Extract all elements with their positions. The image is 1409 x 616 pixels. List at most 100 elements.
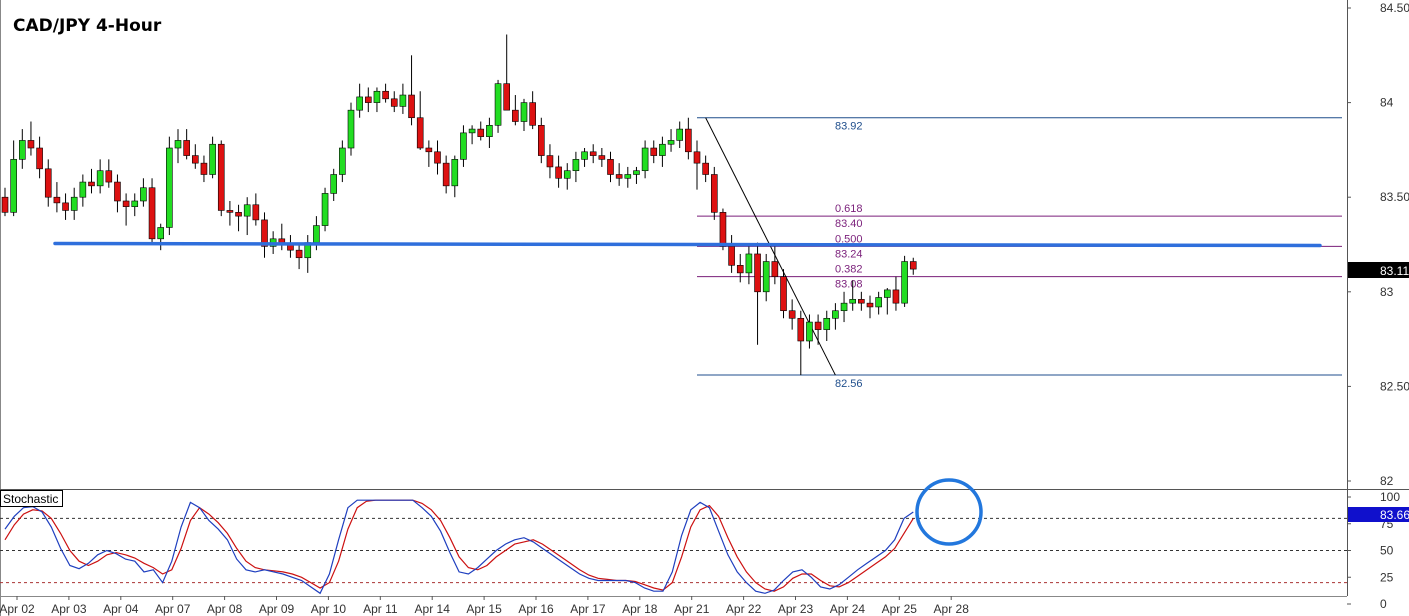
candle-body xyxy=(702,162,709,175)
candle-body xyxy=(667,140,675,145)
candle-body xyxy=(416,117,424,149)
candle-body xyxy=(192,155,199,164)
candle-body xyxy=(442,162,450,187)
candle-body xyxy=(858,299,865,304)
time-tick-label: Apr 21 xyxy=(674,602,710,616)
candle-body xyxy=(53,196,61,204)
candle-body xyxy=(875,297,882,308)
candle-body xyxy=(339,147,346,175)
candle-body xyxy=(719,212,727,247)
time-tick-label: Apr 22 xyxy=(726,602,762,616)
candle-body xyxy=(788,310,796,319)
candle-body xyxy=(736,265,744,274)
candle-body xyxy=(581,151,588,160)
candle-body xyxy=(572,159,580,172)
fib-price-label: 83.08 xyxy=(835,279,863,291)
candle-body xyxy=(866,302,874,308)
swing-price-label: 83.92 xyxy=(835,121,863,133)
candle-body xyxy=(451,159,459,187)
candle-body xyxy=(122,200,130,207)
candle-body xyxy=(494,83,502,126)
candle-body xyxy=(157,227,164,240)
time-tick-label: Apr 07 xyxy=(155,602,191,616)
candle-body xyxy=(114,181,121,202)
candle-body xyxy=(10,159,17,213)
candle-body xyxy=(780,276,787,312)
candle-body xyxy=(607,159,614,175)
candle-body xyxy=(598,155,606,160)
stochastic-label: Stochastic xyxy=(3,492,58,506)
candle-body xyxy=(460,132,467,160)
time-tick-label: Apr 24 xyxy=(830,602,866,616)
candle-body xyxy=(832,310,839,319)
time-tick-label: Apr 18 xyxy=(622,602,658,616)
candle-body xyxy=(140,187,147,202)
cadjpy-chart: 84.508483.508382.5082 83.920.61883.400.5… xyxy=(0,0,1409,616)
candle-body xyxy=(382,90,389,100)
candle-body xyxy=(797,317,805,342)
candle-body xyxy=(36,147,43,170)
candle-body xyxy=(62,202,69,211)
candle-body xyxy=(347,109,355,149)
candle-body xyxy=(823,317,831,330)
candle-body xyxy=(563,170,571,179)
candle-body xyxy=(685,128,692,153)
candle-body xyxy=(728,246,735,266)
stochastic-tick-label: 0 xyxy=(1380,597,1387,611)
candle-body xyxy=(806,321,813,342)
time-tick-label: Apr 17 xyxy=(570,602,606,616)
time-tick-label: Apr 28 xyxy=(934,602,970,616)
candle-body xyxy=(650,147,658,156)
candle-body xyxy=(44,168,52,198)
candle-body xyxy=(364,96,372,103)
candle-body xyxy=(814,321,822,330)
time-tick-label: Apr 14 xyxy=(415,602,451,616)
candle-body xyxy=(390,98,398,107)
candle-body xyxy=(1,196,9,213)
time-tick-label: Apr 25 xyxy=(882,602,918,616)
candle-body xyxy=(408,94,415,119)
candle-body xyxy=(693,151,701,164)
candle-body xyxy=(633,170,640,175)
candle-body xyxy=(18,140,26,160)
time-tick-label: Apr 23 xyxy=(778,602,814,616)
candle-body xyxy=(901,261,908,304)
candle-body xyxy=(615,174,623,179)
candle-body xyxy=(624,174,632,179)
candle-body xyxy=(330,174,338,194)
fib-price-label: 83.24 xyxy=(835,248,863,260)
candle-body xyxy=(710,174,718,213)
price-tick-label: 84.50 xyxy=(1380,1,1409,15)
candle-body xyxy=(909,261,917,270)
chart-title: CAD/JPY 4-Hour xyxy=(13,16,162,36)
time-tick-label: Apr 16 xyxy=(518,602,554,616)
candle-body xyxy=(295,249,303,259)
fib-ratio-label: 0.382 xyxy=(835,264,863,276)
candle-body xyxy=(321,193,329,226)
price-tick-label: 83.50 xyxy=(1380,190,1409,204)
candle-body xyxy=(641,147,649,172)
candle-body xyxy=(537,125,545,156)
stochastic-value-label: 83.66 xyxy=(1380,508,1409,522)
candle-body xyxy=(555,166,562,179)
candle-body xyxy=(520,102,528,122)
candle-body xyxy=(174,140,182,149)
candle-body xyxy=(399,94,407,107)
candle-body xyxy=(200,162,208,175)
candle-body xyxy=(183,140,190,156)
candle-body xyxy=(883,289,891,298)
candle-body xyxy=(659,143,666,156)
price-tick-label: 82.50 xyxy=(1380,379,1409,393)
time-tick-label: Apr 04 xyxy=(103,602,139,616)
time-tick-label: Apr 02 xyxy=(0,602,35,616)
candle-body xyxy=(468,128,476,134)
candle-body xyxy=(434,151,441,164)
candle-body xyxy=(105,170,113,183)
candle-body xyxy=(840,302,848,312)
candle-body xyxy=(762,261,770,293)
stochastic-tick-label: 50 xyxy=(1380,544,1394,558)
time-tick-label: Apr 09 xyxy=(259,602,295,616)
candle-body xyxy=(546,155,554,168)
candle-body xyxy=(745,253,753,274)
candle-body xyxy=(209,143,216,175)
